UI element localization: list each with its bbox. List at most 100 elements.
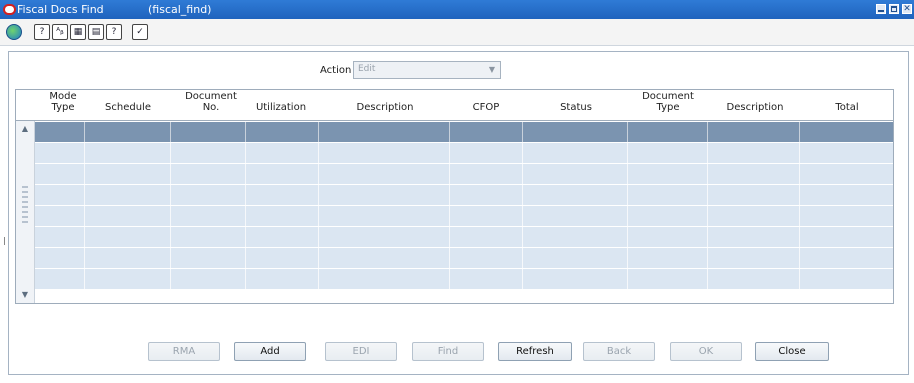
- cell-divider: [522, 185, 523, 205]
- print-icon[interactable]: ▤: [88, 24, 104, 40]
- cell-divider: [170, 143, 171, 163]
- refresh-button[interactable]: Refresh: [498, 342, 572, 361]
- cell-divider: [522, 143, 523, 163]
- table-row[interactable]: [35, 227, 893, 247]
- add-button[interactable]: Add: [234, 342, 306, 361]
- minimize-icon[interactable]: [876, 4, 886, 14]
- cell-divider: [799, 206, 800, 226]
- cell-divider: [84, 143, 85, 163]
- cell-divider: [245, 164, 246, 184]
- header-line: Description: [726, 102, 784, 113]
- header-line: [524, 91, 628, 102]
- cell-divider: [318, 122, 319, 142]
- spell-check-icon[interactable]: ᴬᵦ: [52, 24, 68, 40]
- cell-divider: [799, 143, 800, 163]
- cell-divider: [449, 248, 450, 268]
- column-header-mode-type[interactable]: Mode Type: [43, 91, 83, 113]
- column-header-description[interactable]: Description: [320, 91, 450, 113]
- action-value: Edit: [358, 64, 376, 74]
- column-header-description-2[interactable]: Description: [710, 91, 800, 113]
- cell-divider: [245, 248, 246, 268]
- title-bar[interactable]: Fiscal Docs Find (fiscal_find) ✕: [0, 0, 914, 19]
- column-header-schedule[interactable]: Schedule: [88, 91, 168, 113]
- cell-divider: [84, 227, 85, 247]
- vertical-scrollbar[interactable]: ▲ ▼: [16, 121, 35, 303]
- column-header-utilization[interactable]: Utilization: [246, 91, 316, 113]
- column-header-cfop[interactable]: CFOP: [451, 91, 521, 113]
- cell-divider: [627, 185, 628, 205]
- table-row[interactable]: [35, 269, 893, 289]
- scroll-down-icon[interactable]: ▼: [20, 291, 30, 299]
- header-line: Total: [835, 102, 859, 113]
- close-button[interactable]: Close: [755, 342, 829, 361]
- header-line: Description: [356, 102, 414, 113]
- cell-divider: [84, 164, 85, 184]
- cell-divider: [522, 269, 523, 289]
- scroll-up-icon[interactable]: ▲: [20, 125, 30, 133]
- header-line: [800, 91, 893, 102]
- action-label: Action: [320, 65, 352, 76]
- cell-divider: [627, 269, 628, 289]
- cell-divider: [522, 164, 523, 184]
- cell-divider: [84, 269, 85, 289]
- cell-divider: [245, 269, 246, 289]
- header-line: CFOP: [472, 102, 500, 113]
- close-window-icon[interactable]: ✕: [902, 4, 912, 14]
- cell-divider: [522, 122, 523, 142]
- cell-divider: [170, 248, 171, 268]
- find-button[interactable]: Find: [412, 342, 484, 361]
- action-select[interactable]: Edit ▼: [353, 61, 501, 79]
- cell-divider: [799, 164, 800, 184]
- cell-divider: [627, 122, 628, 142]
- ok-button[interactable]: OK: [670, 342, 742, 361]
- question-icon[interactable]: ?: [106, 24, 122, 40]
- cell-divider: [318, 164, 319, 184]
- cell-divider: [170, 122, 171, 142]
- rma-button[interactable]: RMA: [148, 342, 220, 361]
- window-title: Fiscal Docs Find: [17, 3, 104, 16]
- edit-check-icon[interactable]: ✓: [132, 24, 148, 40]
- cell-divider: [707, 248, 708, 268]
- cell-divider: [84, 206, 85, 226]
- header-line: Type: [51, 102, 75, 113]
- cell-divider: [318, 206, 319, 226]
- cell-divider: [84, 122, 85, 142]
- edi-button[interactable]: EDI: [325, 342, 397, 361]
- cell-divider: [318, 248, 319, 268]
- cell-divider: [245, 143, 246, 163]
- results-table: Mode Type Schedule Document No. Utilizat…: [15, 89, 894, 304]
- header-line: Status: [560, 102, 592, 113]
- table-row[interactable]: [35, 122, 893, 142]
- scroll-grip[interactable]: [22, 186, 28, 226]
- table-row[interactable]: [35, 185, 893, 205]
- globe-icon[interactable]: [6, 24, 22, 40]
- column-header-document-no[interactable]: Document No.: [171, 91, 251, 113]
- cell-divider: [522, 227, 523, 247]
- column-header-status[interactable]: Status: [524, 91, 628, 113]
- maximize-icon[interactable]: [889, 4, 899, 14]
- cell-divider: [245, 227, 246, 247]
- cell-divider: [245, 122, 246, 142]
- table-row[interactable]: [35, 248, 893, 268]
- header-line: [320, 91, 450, 102]
- chevron-down-icon[interactable]: ▼: [486, 64, 498, 76]
- calendar-icon[interactable]: ▦: [70, 24, 86, 40]
- cell-divider: [449, 269, 450, 289]
- column-header-document-type[interactable]: Document Type: [628, 91, 708, 113]
- cell-divider: [627, 143, 628, 163]
- form-name: (fiscal_find): [148, 3, 212, 16]
- table-row[interactable]: [35, 206, 893, 226]
- table-row[interactable]: [35, 143, 893, 163]
- cell-divider: [170, 269, 171, 289]
- column-header-total[interactable]: Total: [800, 91, 893, 113]
- table-row[interactable]: [35, 164, 893, 184]
- cell-divider: [318, 227, 319, 247]
- cell-divider: [707, 185, 708, 205]
- cell-divider: [449, 206, 450, 226]
- cell-divider: [170, 227, 171, 247]
- help-icon[interactable]: ?: [34, 24, 50, 40]
- back-button[interactable]: Back: [583, 342, 655, 361]
- cell-divider: [84, 248, 85, 268]
- cell-divider: [799, 248, 800, 268]
- cell-divider: [707, 227, 708, 247]
